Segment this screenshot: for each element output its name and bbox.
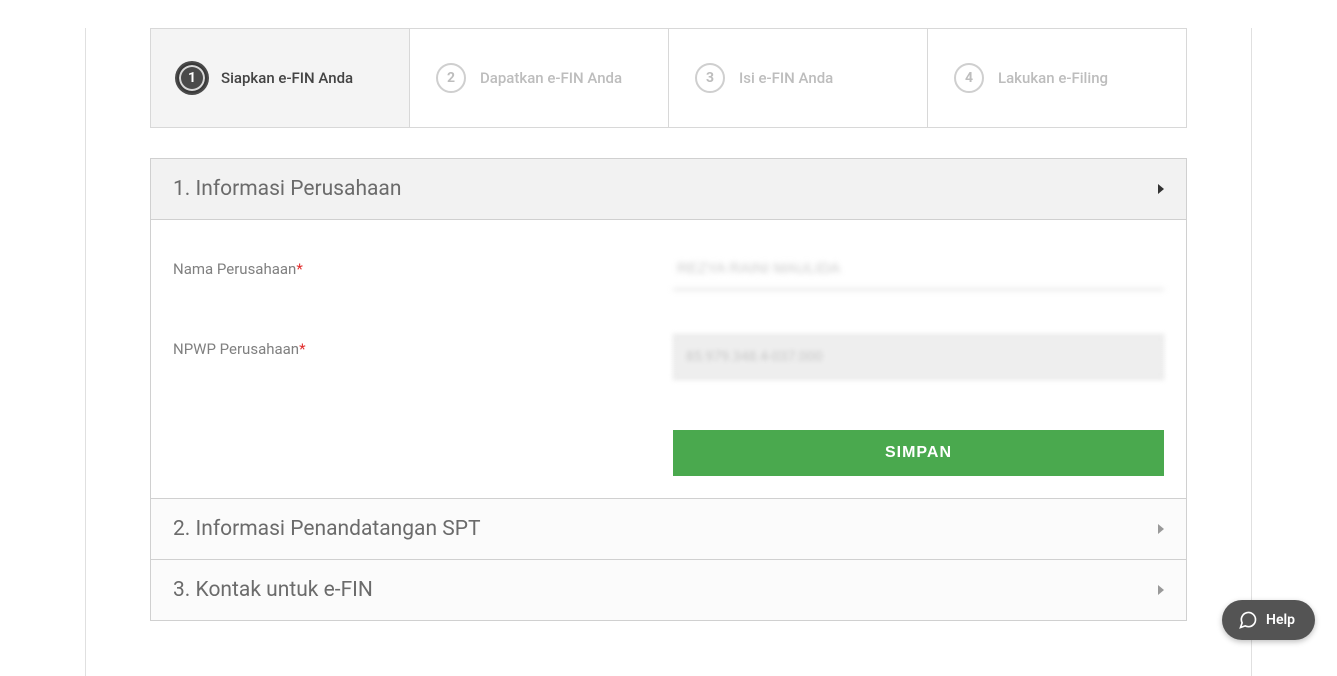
label-company-name: Nama Perusahaan* <box>173 254 673 278</box>
panel-signer-info: 2. Informasi Penandatangan SPT <box>150 499 1187 560</box>
panel-contact-efin-title: 3. Kontak untuk e-FIN <box>173 578 373 602</box>
step-4[interactable]: 4 Lakukan e-Filing <box>928 29 1186 127</box>
step-1-number: 1 <box>177 63 207 93</box>
required-marker: * <box>299 340 305 358</box>
required-marker: * <box>296 260 302 278</box>
step-3-number: 3 <box>695 63 725 93</box>
row-company-name: Nama Perusahaan* <box>173 254 1164 290</box>
field-npwp: 85.979.348.4-037.000 <box>673 334 1164 380</box>
row-save: SIMPAN <box>173 424 1164 476</box>
chevron-right-icon <box>1158 585 1164 595</box>
panel-company-info-title: 1. Informasi Perusahaan <box>173 177 401 201</box>
step-3-label: Isi e-FIN Anda <box>739 69 833 87</box>
step-1-label: Siapkan e-FIN Anda <box>221 69 353 87</box>
step-3[interactable]: 3 Isi e-FIN Anda <box>669 29 928 127</box>
chevron-right-icon <box>1158 184 1164 194</box>
save-button[interactable]: SIMPAN <box>673 430 1164 476</box>
label-npwp-text: NPWP Perusahaan <box>173 340 299 358</box>
row-npwp: NPWP Perusahaan* 85.979.348.4-037.000 <box>173 334 1164 380</box>
panel-company-info: 1. Informasi Perusahaan Nama Perusahaan*… <box>150 158 1187 499</box>
help-label: Help <box>1266 612 1295 628</box>
field-save: SIMPAN <box>673 424 1164 476</box>
page-wrap: 1 Siapkan e-FIN Anda 2 Dapatkan e-FIN An… <box>0 28 1337 676</box>
step-4-number: 4 <box>954 63 984 93</box>
npwp-readonly: 85.979.348.4-037.000 <box>673 334 1164 380</box>
label-npwp: NPWP Perusahaan* <box>173 334 673 358</box>
step-2-label: Dapatkan e-FIN Anda <box>480 69 622 87</box>
company-name-input[interactable] <box>673 254 1164 290</box>
panel-signer-info-head[interactable]: 2. Informasi Penandatangan SPT <box>151 499 1186 559</box>
spacer <box>173 424 673 430</box>
stepper: 1 Siapkan e-FIN Anda 2 Dapatkan e-FIN An… <box>150 28 1187 128</box>
panel-signer-info-title: 2. Informasi Penandatangan SPT <box>173 517 481 541</box>
step-1[interactable]: 1 Siapkan e-FIN Anda <box>151 29 410 127</box>
field-company-name <box>673 254 1164 290</box>
panel-company-info-head[interactable]: 1. Informasi Perusahaan <box>151 159 1186 220</box>
card-shell: 1 Siapkan e-FIN Anda 2 Dapatkan e-FIN An… <box>85 28 1252 676</box>
label-company-name-text: Nama Perusahaan <box>173 260 296 278</box>
panel-company-info-body: Nama Perusahaan* NPWP Perusahaan* 85.979… <box>151 220 1186 498</box>
chevron-right-icon <box>1158 524 1164 534</box>
step-2[interactable]: 2 Dapatkan e-FIN Anda <box>410 29 669 127</box>
step-4-label: Lakukan e-Filing <box>998 69 1108 87</box>
help-button[interactable]: Help <box>1222 600 1315 640</box>
panel-contact-efin-head[interactable]: 3. Kontak untuk e-FIN <box>151 560 1186 620</box>
step-2-number: 2 <box>436 63 466 93</box>
chat-icon <box>1238 610 1258 630</box>
panel-contact-efin: 3. Kontak untuk e-FIN <box>150 560 1187 621</box>
